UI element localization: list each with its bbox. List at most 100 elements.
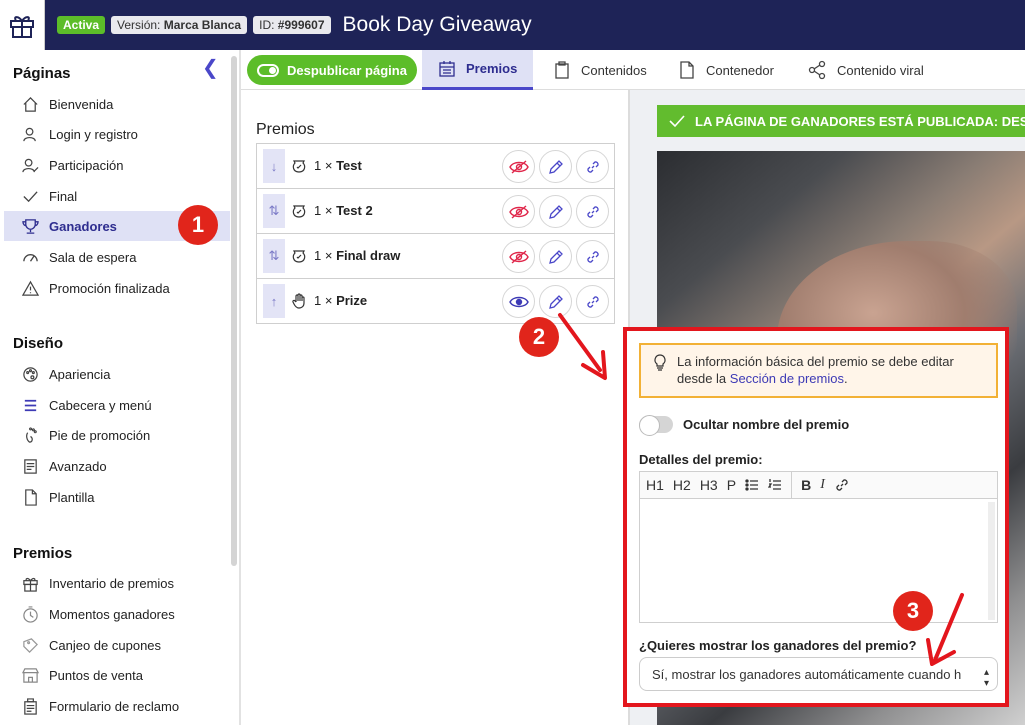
prize-qty: 1 × xyxy=(314,158,333,173)
prizes-section-link[interactable]: Sección de premios xyxy=(730,371,844,386)
share-icon xyxy=(807,60,827,80)
edit-pencil-icon[interactable] xyxy=(539,150,572,183)
menu-icon xyxy=(21,396,39,414)
prize-name: Test 2 xyxy=(336,203,373,218)
hide-name-row: Ocultar nombre del premio xyxy=(639,415,849,436)
sidebar-item-label: Bienvenida xyxy=(49,96,114,112)
sidebar-item-bienvenida[interactable]: Bienvenida xyxy=(4,89,230,119)
sidebar-item-sala-espera[interactable]: Sala de espera xyxy=(4,242,230,272)
prize-bag-icon xyxy=(291,248,307,267)
sidebar-item-label: Login y registro xyxy=(49,126,138,142)
link-icon[interactable] xyxy=(576,195,609,228)
hide-name-toggle[interactable] xyxy=(639,415,673,436)
sidebar-item-promocion-finalizada[interactable]: Promoción finalizada xyxy=(4,273,230,303)
sidebar-divider xyxy=(239,50,241,725)
tab-contenidos[interactable]: Contenidos xyxy=(553,50,647,90)
sidebar-item-inventario[interactable]: Inventario de premios xyxy=(4,568,230,598)
edit-pencil-icon[interactable] xyxy=(539,195,572,228)
prize-name: Test xyxy=(336,158,362,173)
italic-icon[interactable]: I xyxy=(820,477,825,493)
sidebar-item-login[interactable]: Login y registro xyxy=(4,119,230,149)
unpublish-button[interactable]: Despublicar página xyxy=(247,55,417,85)
sidebar-item-label: Momentos ganadores xyxy=(49,606,175,622)
numbered-list-icon[interactable] xyxy=(768,478,782,492)
eye-icon[interactable] xyxy=(502,285,535,318)
footprint-icon xyxy=(21,426,39,444)
edit-pencil-icon[interactable] xyxy=(539,240,572,273)
editor-scrollbar[interactable] xyxy=(988,502,995,620)
eye-off-icon[interactable] xyxy=(502,195,535,228)
editor-toolbar: H1 H2 H3 P B I xyxy=(640,471,997,499)
gift-logo-icon[interactable] xyxy=(0,0,45,50)
sidebar-section-premios: Premios xyxy=(13,545,73,562)
user-icon xyxy=(21,125,39,143)
trophy-icon xyxy=(21,217,39,235)
bullet-list-icon[interactable] xyxy=(745,478,759,492)
sidebar-item-avanzado[interactable]: Avanzado xyxy=(4,451,230,481)
sidebar-scrollbar[interactable] xyxy=(231,56,237,566)
prize-bag-icon xyxy=(291,158,307,177)
prize-qty: 1 × xyxy=(314,203,333,218)
eye-off-icon[interactable] xyxy=(502,150,535,183)
sort-handle[interactable]: ↓ xyxy=(263,149,285,183)
show-winners-value: Sí, mostrar los ganadores automáticament… xyxy=(652,666,962,682)
annotation-arrow-2 xyxy=(558,313,607,380)
sidebar-item-momentos[interactable]: Momentos ganadores xyxy=(4,599,230,629)
sort-handle[interactable]: ⇅ xyxy=(263,194,285,228)
sidebar-item-label: Ganadores xyxy=(49,218,117,234)
sidebar-item-puntos-venta[interactable]: Puntos de venta xyxy=(4,660,230,690)
sidebar-item-cabecera[interactable]: Cabecera y menú xyxy=(4,390,230,420)
info-notice: La información básica del premio se debe… xyxy=(639,343,998,398)
id-badge: ID: #999607 xyxy=(253,16,331,34)
tab-label: Contenidos xyxy=(581,62,647,78)
prize-label: 1 × Prize xyxy=(314,293,367,308)
sidebar-item-pie[interactable]: Pie de promoción xyxy=(4,420,230,450)
tab-premios[interactable]: Premios xyxy=(422,50,533,90)
eye-off-icon[interactable] xyxy=(502,240,535,273)
version-value: Marca Blanca xyxy=(163,18,242,32)
sidebar-item-apariencia[interactable]: Apariencia xyxy=(4,359,230,389)
status-badge: Activa xyxy=(57,16,106,34)
paragraph-button[interactable]: P xyxy=(727,477,736,493)
sidebar-item-formulario[interactable]: Formulario de reclamo xyxy=(4,691,230,721)
sidebar-item-cupones[interactable]: Canjeo de cupones xyxy=(4,630,230,660)
form-icon xyxy=(21,697,39,715)
sort-handle[interactable]: ↑ xyxy=(263,284,285,318)
check-icon xyxy=(669,114,685,128)
tab-contenedor[interactable]: Contenedor xyxy=(678,50,774,90)
sort-handle[interactable]: ⇅ xyxy=(263,239,285,273)
sidebar-item-label: Formulario de reclamo xyxy=(49,698,180,714)
h1-button[interactable]: H1 xyxy=(646,477,664,493)
list-item[interactable]: ⇅ 1 × Final draw xyxy=(257,234,614,279)
store-icon xyxy=(21,666,39,684)
warning-icon xyxy=(21,279,39,297)
sidebar-item-plantilla[interactable]: Plantilla xyxy=(4,482,230,512)
sidebar-item-label: Avanzado xyxy=(49,458,107,474)
list-item[interactable]: ↓ 1 × Test xyxy=(257,144,614,189)
prize-bag-icon xyxy=(291,203,307,222)
list-item[interactable]: ⇅ 1 × Test 2 xyxy=(257,189,614,234)
tab-label: Contenido viral xyxy=(837,62,924,78)
page-title: Book Day Giveaway xyxy=(342,13,532,36)
published-text: LA PÁGINA DE GANADORES ESTÁ PUBLICADA: D… xyxy=(695,113,1025,129)
h2-button[interactable]: H2 xyxy=(673,477,691,493)
collapse-sidebar-icon[interactable]: ❮ xyxy=(202,58,219,78)
tab-bar: Despublicar página Premios Contenidos Co… xyxy=(241,50,1025,90)
sidebar-item-participacion[interactable]: Participación xyxy=(4,150,230,180)
tab-contenido-viral[interactable]: Contenido viral xyxy=(807,50,924,90)
sidebar-section-pages: Páginas xyxy=(13,65,71,82)
link-icon[interactable] xyxy=(834,477,850,493)
link-icon[interactable] xyxy=(576,150,609,183)
prize-name: Final draw xyxy=(336,248,401,263)
h3-button[interactable]: H3 xyxy=(700,477,718,493)
prize-label: 1 × Test 2 xyxy=(314,203,373,218)
link-icon[interactable] xyxy=(576,240,609,273)
annotation-marker-1: 1 xyxy=(178,205,218,245)
document-icon xyxy=(678,61,696,79)
calendar-icon xyxy=(438,60,456,78)
sidebar-item-label: Pie de promoción xyxy=(49,427,151,443)
sidebar-item-label: Promoción finalizada xyxy=(49,280,170,296)
sidebar-item-label: Cabecera y menú xyxy=(49,397,152,413)
prizes-title: Premios xyxy=(256,121,315,138)
bold-icon[interactable]: B xyxy=(801,477,811,493)
